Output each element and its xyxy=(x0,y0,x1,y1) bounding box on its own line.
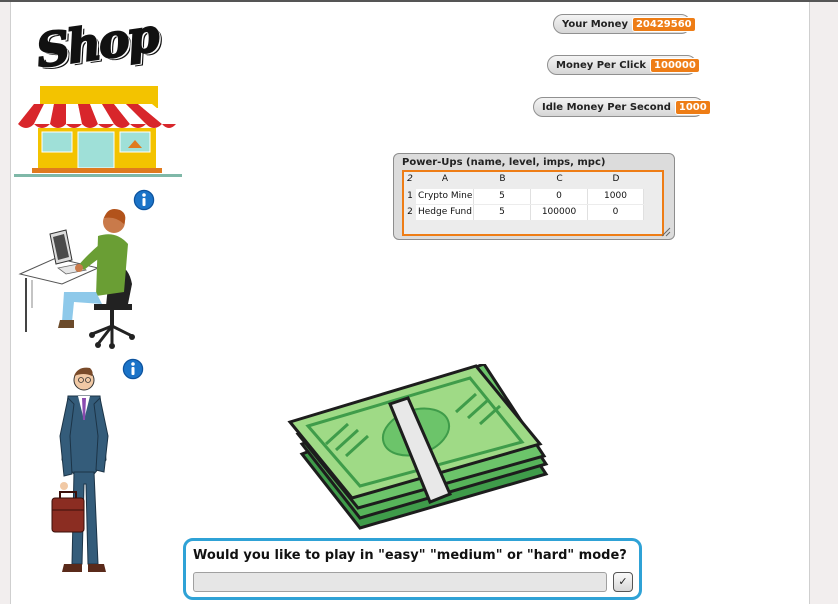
table-cell[interactable]: 0 xyxy=(531,189,588,204)
table-cell[interactable]: Crypto Miner xyxy=(416,189,474,204)
idle-money-monitor: Idle Money Per Second 1000 xyxy=(533,97,711,117)
resize-handle-icon[interactable] xyxy=(661,227,671,237)
column-header: D xyxy=(612,174,620,184)
column-header: A xyxy=(441,174,449,184)
your-money-label: Your Money xyxy=(562,18,628,30)
submit-answer-button[interactable]: ✓ xyxy=(613,572,633,592)
your-money-value: 20429560 xyxy=(631,16,696,32)
info-icon[interactable] xyxy=(132,188,156,212)
hedge-fund-button[interactable] xyxy=(48,364,120,584)
businessman-icon xyxy=(51,367,109,572)
ask-prompt: Would you like to play in "easy" "medium… xyxy=(183,538,642,600)
table-cell[interactable]: 5 xyxy=(474,189,531,204)
table-cell[interactable]: 100000 xyxy=(531,205,588,220)
table-cell[interactable]: 5 xyxy=(474,205,531,220)
shop-button[interactable]: Shop xyxy=(12,7,184,180)
your-money-monitor: Your Money 20429560 xyxy=(553,14,696,34)
powerups-list-title: Power-Ups (name, level, imps, mpc) xyxy=(402,157,606,168)
ask-question: Would you like to play in "easy" "medium… xyxy=(193,548,627,563)
table-cell[interactable]: 0 xyxy=(588,205,644,220)
powerups-list-monitor: Power-Ups (name, level, imps, mpc) 2 A B… xyxy=(393,153,675,240)
crypto-miner-button[interactable] xyxy=(16,204,140,350)
column-header: B xyxy=(499,174,506,184)
idle-money-label: Idle Money Per Second xyxy=(542,101,671,113)
money-per-click-monitor: Money Per Click 100000 xyxy=(547,55,700,75)
money-per-click-value: 100000 xyxy=(650,57,700,73)
money-stack-button[interactable] xyxy=(286,362,554,532)
stage-left-border xyxy=(0,2,11,604)
powerups-table[interactable]: 2 A B C D 1 Crypto Miner 5 0 1000 2 Hedg… xyxy=(402,170,664,236)
stage: Shop Your Money 20429560 Money Per Click… xyxy=(0,0,838,604)
answer-input[interactable] xyxy=(193,572,607,592)
idle-money-value: 1000 xyxy=(674,99,711,115)
stage-right-border xyxy=(809,2,838,604)
info-icon[interactable] xyxy=(121,357,145,381)
column-header: C xyxy=(556,174,563,184)
row-index: 1 xyxy=(407,191,413,201)
table-cell[interactable]: Hedge Fund xyxy=(416,205,474,220)
table-cell[interactable]: 1000 xyxy=(588,189,644,204)
row-index: 2 xyxy=(407,207,413,217)
money-stack-icon xyxy=(287,362,549,530)
money-per-click-label: Money Per Click xyxy=(556,59,647,71)
person-at-computer-icon xyxy=(18,209,135,349)
check-icon: ✓ xyxy=(618,576,628,588)
table-corner: 2 xyxy=(407,174,413,184)
